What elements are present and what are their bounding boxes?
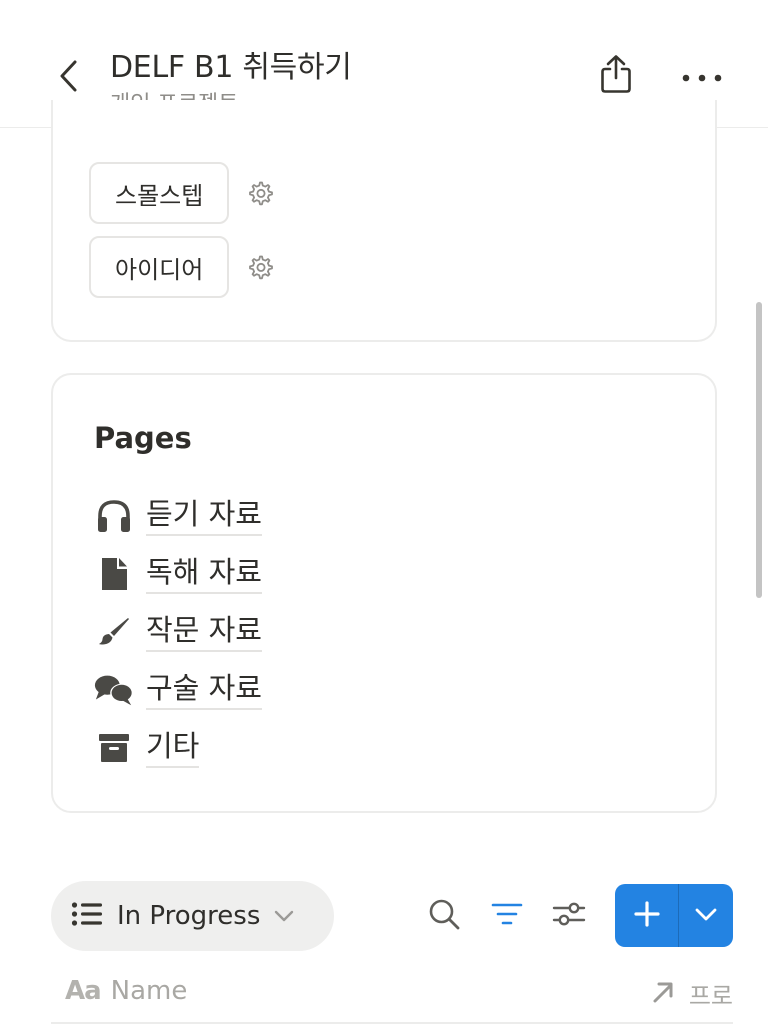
chip-idea[interactable]: 아이디어: [89, 236, 230, 298]
chevron-down-icon: [695, 906, 717, 925]
column-header-relation[interactable]: 프로: [651, 976, 733, 1011]
document-icon: [93, 553, 135, 595]
page-label: 기타: [146, 728, 200, 768]
page-label: 독해 자료: [146, 554, 262, 594]
more-horizontal-icon: [682, 67, 722, 86]
pages-card: Pages 듣기 자료 독해 자료 작문 자료 구술 자료 기타: [51, 373, 717, 813]
paintbrush-icon: [93, 611, 135, 653]
arrow-up-right-icon: [651, 980, 675, 1008]
search-icon: [428, 898, 460, 934]
page-label: 작문 자료: [146, 612, 262, 652]
page-label: 구술 자료: [146, 670, 262, 710]
view-settings-button[interactable]: [549, 896, 589, 936]
plus-icon: [633, 900, 660, 931]
column-header-name[interactable]: Aa Name: [65, 976, 187, 1006]
new-item-menu-button[interactable]: [679, 884, 733, 947]
gear-icon[interactable]: [245, 178, 275, 208]
table-header: Aa Name 프로: [51, 966, 733, 1024]
chip-small-step[interactable]: 스몰스텝: [89, 162, 230, 224]
column-label: Name: [110, 976, 188, 1006]
more-options-button[interactable]: [678, 60, 726, 92]
chat-bubbles-icon: [93, 669, 135, 711]
list-icon: [71, 901, 103, 931]
chip-row: 스몰스텝: [89, 162, 275, 224]
sliders-icon: [552, 901, 586, 931]
pages-heading: Pages: [94, 421, 192, 455]
view-selector[interactable]: In Progress: [51, 881, 334, 951]
page-title: DELF B1 취득하기: [110, 50, 352, 85]
view-label: In Progress: [117, 901, 261, 931]
page-link-writing[interactable]: 작문 자료: [93, 611, 262, 653]
chevron-left-icon: [58, 59, 78, 97]
properties-card: 스몰스텝 아이디어: [51, 100, 717, 342]
vertical-scrollbar[interactable]: [756, 302, 762, 598]
page-link-reading[interactable]: 독해 자료: [93, 553, 262, 595]
text-aa-icon: Aa: [65, 976, 102, 1006]
headphones-icon: [93, 495, 135, 537]
page-link-speaking[interactable]: 구술 자료: [93, 669, 262, 711]
share-icon: [599, 54, 633, 98]
page-link-listening[interactable]: 듣기 자료: [93, 495, 262, 537]
new-item-button[interactable]: [615, 884, 679, 947]
chip-row: 아이디어: [89, 236, 275, 298]
gear-icon[interactable]: [245, 252, 275, 282]
filter-icon: [491, 902, 523, 930]
chevron-down-icon: [274, 907, 294, 926]
share-button[interactable]: [592, 50, 640, 102]
archive-box-icon: [93, 727, 135, 769]
new-item-button-group: [615, 884, 733, 947]
back-button[interactable]: [48, 56, 88, 100]
filter-button[interactable]: [487, 896, 527, 936]
search-button[interactable]: [424, 896, 464, 936]
column-label: 프로: [688, 982, 733, 1010]
page-link-etc[interactable]: 기타: [93, 727, 200, 769]
page-label: 듣기 자료: [146, 496, 262, 536]
